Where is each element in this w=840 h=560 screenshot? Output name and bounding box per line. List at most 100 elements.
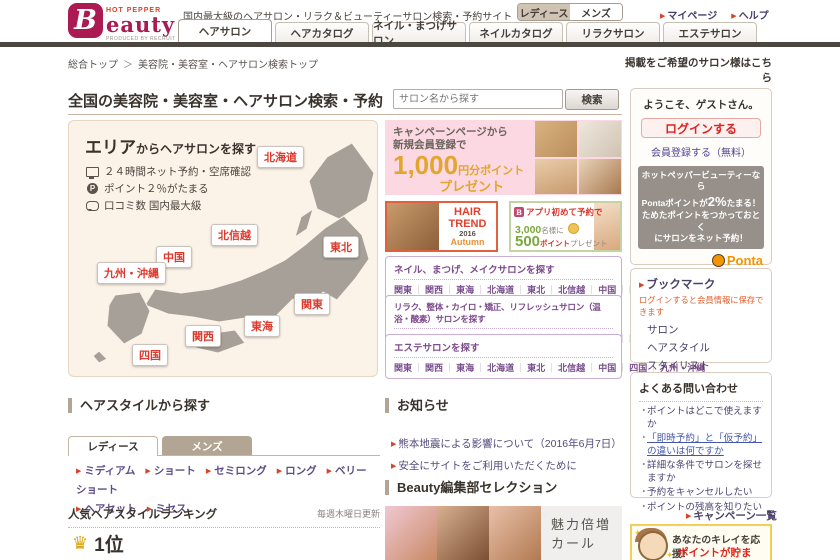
- hairstyle-tab-mens[interactable]: メンズ: [162, 436, 252, 456]
- tab-nail-salon[interactable]: ネイル・まつげサロン: [372, 20, 466, 47]
- hair-trend-banner[interactable]: HAIR TREND 2016 Autumn: [385, 201, 498, 252]
- hairstyle-tab-ladies[interactable]: レディース: [68, 436, 158, 456]
- separator: ｜: [516, 363, 526, 373]
- region-button-kanto[interactable]: 関東: [294, 293, 330, 315]
- region-link[interactable]: 中国: [598, 285, 616, 295]
- arrow-icon: ▶: [686, 513, 692, 520]
- tab-nail-catalog[interactable]: ネイルカタログ: [469, 22, 563, 43]
- bookmark-link[interactable]: ヘアスタイル: [647, 340, 771, 355]
- monitor-icon: [85, 166, 100, 179]
- arrow-icon: ▶: [391, 441, 397, 448]
- arrow-icon: ▶: [660, 13, 666, 20]
- faq-link[interactable]: 詳細な条件でサロンを探せますか: [639, 460, 765, 485]
- bookmark-link[interactable]: スタイリスト: [647, 358, 771, 373]
- region-link[interactable]: 東北: [527, 363, 545, 373]
- header-links: ▶ マイページ ▶ ヘルプ: [660, 7, 769, 22]
- campaign-present: プレゼント: [439, 179, 505, 195]
- region-link[interactable]: 北信越: [558, 363, 585, 373]
- separator: ｜: [445, 285, 455, 295]
- mypage-link[interactable]: ▶ マイページ: [660, 7, 717, 22]
- separator: ｜: [618, 285, 628, 295]
- tab-hair-catalog[interactable]: ヘアカタログ: [275, 22, 369, 43]
- region-link[interactable]: 北海道: [487, 285, 514, 295]
- news-link-safety[interactable]: ▶ 安全にサイトをご利用いただくために: [391, 458, 622, 473]
- campaign-line1: キャンペーンページから: [393, 126, 508, 138]
- separator: ｜: [516, 285, 526, 295]
- separator: ｜: [414, 363, 424, 373]
- region-link[interactable]: 北信越: [558, 285, 585, 295]
- region-link[interactable]: 関東: [394, 285, 412, 295]
- faq-list: ポイントはどこで使えますか「即時予約」と「仮予約」の違いは何ですか詳細な条件でサ…: [639, 406, 765, 514]
- main-nav-tabs: ヘアサロン ヘアカタログ ネイル・まつげサロン ネイルカタログ リラクサロン エ…: [178, 19, 757, 47]
- app-campaign-banner[interactable]: B アプリ初めて予約で 3,000名様に 500ポイントプレゼント: [509, 201, 622, 252]
- campaign-list-link[interactable]: ▶ キャンペーン一覧: [686, 508, 777, 523]
- hairstyle-link[interactable]: セミロング: [206, 465, 267, 477]
- register-link[interactable]: 会員登録する（無料）: [631, 144, 771, 159]
- selection-banner[interactable]: 魅力倍増カール: [385, 506, 622, 560]
- site-header: B HOT PEPPER eauty PRODUCED BY RECRUIT 国…: [0, 0, 840, 47]
- tab-hair-salon[interactable]: ヘアサロン: [178, 19, 272, 43]
- faq-link[interactable]: ポイントはどこで使えますか: [639, 406, 765, 431]
- region-link[interactable]: 北海道: [487, 363, 514, 373]
- separator: ｜: [587, 363, 597, 373]
- review-bubble-icon: [85, 200, 100, 211]
- faq-box: よくある問い合わせ ポイントはどこで使えますか「即時予約」と「仮予約」の違いは何…: [630, 372, 772, 514]
- campaign-photo-collage: [534, 120, 622, 195]
- news-link-earthquake[interactable]: ▶ 熊本地震による影響について（2016年6月7日）: [391, 436, 622, 451]
- region-button-tokai[interactable]: 東海: [244, 315, 280, 337]
- salon-search-input[interactable]: [393, 89, 563, 109]
- area-features: ２４時間ネット予約・空席確認 P ポイント２％がたまる 口コミ数 国内最大級: [85, 163, 251, 214]
- region-link[interactable]: 東海: [456, 285, 474, 295]
- hairstyle-links-row1: ミディアムショートセミロングロングベリーショート: [76, 462, 372, 500]
- region-link[interactable]: 関東: [394, 363, 412, 373]
- site-logo[interactable]: B HOT PEPPER eauty PRODUCED BY RECRUIT: [68, 3, 176, 42]
- bookmark-box: ▶ ブックマーク ログインすると会員情報に保存できます サロンヘアスタイル スタイリ…: [630, 268, 772, 390]
- region-button-shikoku[interactable]: 四国: [132, 344, 168, 366]
- page-title: 全国の美容院・美容室・ヘアサロン検索・予約: [68, 93, 384, 110]
- breadcrumb: 総合トップ＞美容院・美容室・ヘアサロン検索トップ: [68, 60, 318, 71]
- region-link[interactable]: 中国: [598, 363, 616, 373]
- region-link[interactable]: 東北: [527, 285, 545, 295]
- region-link[interactable]: 関西: [425, 285, 443, 295]
- region-link[interactable]: 関西: [425, 363, 443, 373]
- arrow-icon: ▶: [391, 463, 397, 470]
- help-link[interactable]: ▶ ヘルプ: [731, 7, 768, 22]
- separator: ｜: [547, 285, 557, 295]
- salon-owner-link[interactable]: 掲載をご希望のサロン様はこちら: [622, 55, 772, 85]
- region-link[interactable]: 東海: [456, 363, 474, 373]
- bookmark-link[interactable]: サロン: [647, 322, 771, 337]
- logo-beauty: eauty: [106, 12, 176, 37]
- region-button-hokkaido[interactable]: 北海道: [257, 146, 304, 168]
- hairstyle-link[interactable]: ロング: [277, 465, 317, 477]
- hairstyle-link[interactable]: ミディアム: [76, 465, 135, 477]
- region-button-tohoku[interactable]: 東北: [323, 236, 359, 258]
- bookmark-title: ▶ ブックマーク: [639, 279, 716, 291]
- region-button-kansai[interactable]: 関西: [185, 325, 221, 347]
- bookmark-note: ログインすると会員情報に保存できます: [639, 295, 764, 317]
- area-box-title: エリアからヘアサロンを探す: [85, 138, 257, 157]
- region-button-hokushinetsu[interactable]: 北信越: [211, 224, 258, 246]
- hairstyle-link[interactable]: ショート: [145, 465, 195, 477]
- separator: ｜: [445, 363, 455, 373]
- gender-toggle-ladies[interactable]: レディース: [518, 4, 570, 20]
- crown-icon: ♛: [72, 533, 89, 553]
- search-button[interactable]: 検索: [565, 89, 619, 110]
- region-button-kyushu-okinawa[interactable]: 九州・沖縄: [97, 262, 166, 284]
- ranking-update-note: 毎週木曜日更新: [316, 509, 380, 519]
- card-loan-ad-banner[interactable]: ✦ ✦ あなたのキレイを応援！ ポイントが貯まる！ カードローン: [630, 524, 772, 560]
- faq-link[interactable]: 予約をキャンセルしたい: [639, 487, 765, 500]
- breadcrumb-home[interactable]: 総合トップ: [68, 60, 118, 71]
- ranking-first-place[interactable]: ♛ 1位: [72, 530, 124, 557]
- category-region-links: 関東｜関西｜東海｜北海道｜東北｜北信越｜中国｜四国｜九州・沖縄: [394, 358, 705, 374]
- trend-season: Autumn: [450, 237, 485, 248]
- gender-toggle-mens[interactable]: メンズ: [570, 4, 622, 20]
- tab-esthe-salon[interactable]: エステサロン: [663, 22, 757, 43]
- login-button[interactable]: ログインする: [641, 118, 761, 138]
- campaign-banner[interactable]: キャンペーンページから 新規会員登録で 1,000円分ポイント プレゼント: [385, 120, 622, 195]
- selection-banner-text: 魅力倍増カール: [551, 517, 612, 551]
- trend-line1: HAIR: [454, 206, 481, 218]
- tab-relax-salon[interactable]: リラクサロン: [566, 22, 660, 43]
- category-region-links: 関東｜関西｜東海｜北海道｜東北｜北信越｜中国｜四国｜九州・沖縄: [394, 280, 705, 296]
- faq-link[interactable]: 「即時予約」と「仮予約」の違いは何ですか: [639, 433, 765, 458]
- campaign-unit: 円分ポイント: [458, 165, 525, 178]
